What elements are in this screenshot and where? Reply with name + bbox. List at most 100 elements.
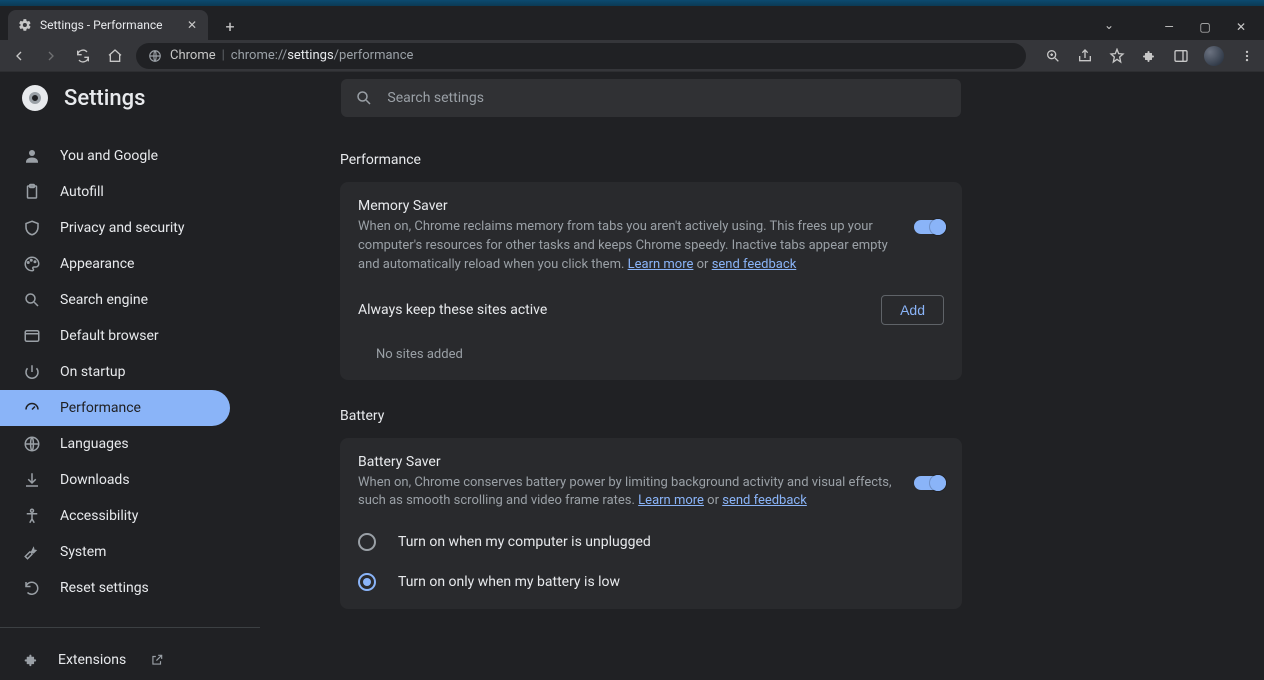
shield-icon: [22, 218, 42, 238]
sidebar-item-reset[interactable]: Reset settings: [0, 570, 230, 606]
send-feedback-link[interactable]: send feedback: [712, 257, 797, 272]
search-placeholder: Search settings: [387, 90, 484, 106]
browser-toolbar: Chrome | chrome://settings/performance: [0, 40, 1264, 72]
section-title-performance: Performance: [340, 152, 962, 168]
radio-unplugged-row[interactable]: Turn on when my computer is unplugged: [358, 533, 944, 551]
share-icon[interactable]: [1076, 47, 1094, 65]
sidebar-item-on-startup[interactable]: On startup: [0, 354, 230, 390]
maximize-button[interactable]: ▢: [1188, 16, 1222, 38]
sidebar-item-autofill[interactable]: Autofill: [0, 174, 230, 210]
learn-more-link[interactable]: Learn more: [628, 257, 694, 272]
sidebar-item-languages[interactable]: Languages: [0, 426, 230, 462]
omnibox-url-prefix: chrome://: [231, 48, 287, 63]
sidebar-item-label: Languages: [60, 436, 129, 452]
sidebar-item-label: You and Google: [60, 148, 158, 164]
browser-icon: [22, 326, 42, 346]
sidepanel-icon[interactable]: [1172, 47, 1190, 65]
settings-sidebar: You and Google Autofill Privacy and secu…: [0, 124, 260, 680]
battery-saver-desc-text: When on, Chrome conserves battery power …: [358, 475, 892, 509]
window-controls: — ▢ ✕: [1152, 16, 1258, 38]
sidebar-item-label: On startup: [60, 364, 126, 380]
accessibility-icon: [22, 506, 42, 526]
sidebar-item-label: Performance: [60, 400, 141, 416]
sidebar-item-label: Accessibility: [60, 508, 138, 524]
profile-avatar[interactable]: [1204, 46, 1224, 66]
sidebar-item-label: Privacy and security: [60, 220, 184, 236]
address-bar[interactable]: Chrome | chrome://settings/performance: [136, 43, 1026, 69]
close-tab-button[interactable]: ✕: [184, 17, 200, 33]
back-button[interactable]: [8, 45, 30, 67]
close-window-button[interactable]: ✕: [1224, 16, 1258, 38]
section-title-battery: Battery: [340, 408, 962, 424]
radio-low-battery[interactable]: [358, 573, 376, 591]
bookmark-icon[interactable]: [1108, 47, 1126, 65]
memory-saver-desc-text: When on, Chrome reclaims memory from tab…: [358, 219, 888, 272]
radio-low-battery-row[interactable]: Turn on only when my battery is low: [358, 573, 944, 591]
tabs-dropdown-button[interactable]: ⌄: [1104, 18, 1114, 32]
menu-button[interactable]: [1238, 47, 1256, 65]
sidebar-extensions-label: Extensions: [58, 652, 126, 668]
battery-saver-card: Battery Saver When on, Chrome conserves …: [340, 438, 962, 610]
reload-button[interactable]: [72, 45, 94, 67]
omnibox-url-suffix: /performance: [334, 48, 414, 63]
new-tab-button[interactable]: +: [216, 12, 244, 40]
always-active-label: Always keep these sites active: [358, 302, 547, 318]
globe-icon: [22, 434, 42, 454]
sidebar-item-appearance[interactable]: Appearance: [0, 246, 230, 282]
tab-title: Settings - Performance: [40, 18, 176, 32]
extensions-icon[interactable]: [1140, 47, 1158, 65]
clipboard-icon: [22, 182, 42, 202]
memory-saver-title: Memory Saver: [358, 198, 894, 214]
memory-saver-toggle[interactable]: [914, 220, 944, 234]
settings-header: Settings Search settings: [0, 72, 1264, 124]
settings-content: Performance Memory Saver When on, Chrome…: [260, 124, 1264, 680]
reset-icon: [22, 578, 42, 598]
sidebar-divider: [0, 627, 260, 628]
sidebar-item-accessibility[interactable]: Accessibility: [0, 498, 230, 534]
learn-more-link[interactable]: Learn more: [638, 493, 704, 508]
or-text: or: [693, 257, 711, 272]
sidebar-item-you-and-google[interactable]: You and Google: [0, 138, 230, 174]
battery-saver-desc: When on, Chrome conserves battery power …: [358, 474, 894, 512]
speedometer-icon: [22, 398, 42, 418]
forward-button[interactable]: [40, 45, 62, 67]
omnibox-url-bold: settings: [287, 48, 333, 63]
radio-unplugged[interactable]: [358, 533, 376, 551]
minimize-button[interactable]: —: [1152, 16, 1186, 38]
sidebar-item-performance[interactable]: Performance: [0, 390, 230, 426]
palette-icon: [22, 254, 42, 274]
sidebar-item-label: System: [60, 544, 106, 560]
sidebar-item-default-browser[interactable]: Default browser: [0, 318, 230, 354]
sidebar-item-search-engine[interactable]: Search engine: [0, 282, 230, 318]
search-settings-input[interactable]: Search settings: [341, 79, 961, 117]
home-button[interactable]: [104, 45, 126, 67]
sidebar-item-downloads[interactable]: Downloads: [0, 462, 230, 498]
puzzle-icon: [22, 651, 40, 669]
no-sites-text: No sites added: [376, 347, 944, 362]
omnibox-sep: |: [222, 48, 225, 63]
browser-tab[interactable]: Settings - Performance ✕: [8, 10, 208, 40]
sidebar-item-system[interactable]: System: [0, 534, 230, 570]
sidebar-item-privacy[interactable]: Privacy and security: [0, 210, 230, 246]
sidebar-item-label: Appearance: [60, 256, 134, 272]
or-text: or: [704, 493, 722, 508]
zoom-icon[interactable]: [1044, 47, 1062, 65]
download-icon: [22, 470, 42, 490]
wrench-icon: [22, 542, 42, 562]
sidebar-item-label: Downloads: [60, 472, 130, 488]
search-icon: [355, 89, 373, 107]
gear-icon: [18, 18, 32, 32]
battery-saver-toggle[interactable]: [914, 476, 944, 490]
sidebar-item-label: Reset settings: [60, 580, 149, 596]
omnibox-product: Chrome: [170, 48, 216, 63]
send-feedback-link[interactable]: send feedback: [722, 493, 807, 508]
power-icon: [22, 362, 42, 382]
memory-saver-desc: When on, Chrome reclaims memory from tab…: [358, 218, 894, 275]
sidebar-item-extensions[interactable]: Extensions: [0, 640, 260, 680]
add-site-button[interactable]: Add: [881, 295, 944, 325]
page-title: Settings: [64, 86, 145, 111]
sidebar-item-label: Default browser: [60, 328, 159, 344]
site-info-icon: [148, 49, 162, 63]
chrome-logo-icon: [22, 85, 48, 111]
sidebar-item-label: Search engine: [60, 292, 148, 308]
